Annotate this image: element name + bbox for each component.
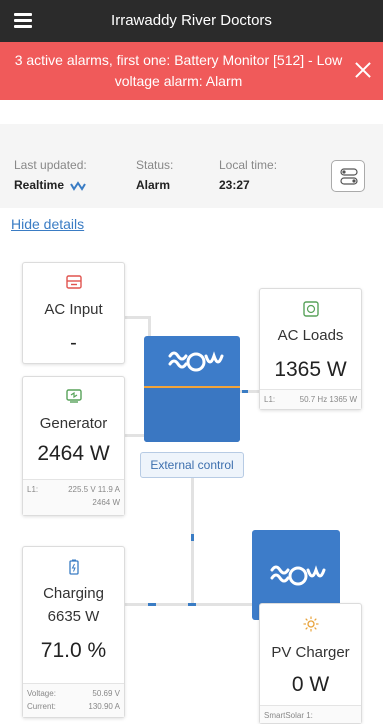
wire-acloads-flow xyxy=(242,390,248,393)
ac-loads-title: AC Loads xyxy=(277,327,344,344)
wire-dc-v xyxy=(191,478,194,606)
last-updated: Last updated: Realtime xyxy=(14,158,87,192)
local-time: Local time: 23:27 xyxy=(219,158,277,192)
status: Status: Alarm xyxy=(136,158,173,192)
pv-charger-card[interactable]: PV Charger 0 W SmartSolar 1: xyxy=(259,603,362,724)
wire-acinput-v xyxy=(148,316,151,338)
battery-state: Charging xyxy=(43,585,104,602)
battery-current-value: 130.90 A xyxy=(88,702,120,711)
generator-icon xyxy=(65,389,82,403)
pv-charger-footer: SmartSolar 1: xyxy=(260,705,361,723)
ac-input-card[interactable]: AC Input - xyxy=(22,262,125,364)
generator-card[interactable]: Generator 2464 W L1: 225.5 V 11.9 A 2464… xyxy=(22,376,125,516)
battery-current-label: Current: xyxy=(27,702,56,711)
battery-footer: Voltage: 50.69 V Current: 130.90 A xyxy=(23,683,124,717)
wire-generator-h xyxy=(124,434,146,437)
status-value: Alarm xyxy=(136,178,171,192)
top-bar: Irrawaddy River Doctors xyxy=(0,0,383,42)
close-icon[interactable] xyxy=(355,62,371,78)
wire-dc-flow-2 xyxy=(148,603,156,606)
wire-dc-flow-3 xyxy=(188,603,196,606)
pv-charger-device-label: SmartSolar 1: xyxy=(264,711,313,720)
sun-icon xyxy=(303,616,318,632)
ac-input-icon xyxy=(65,275,82,289)
ac-input-value: - xyxy=(70,332,77,354)
victron-logo-icon xyxy=(168,351,224,372)
multiplus-inverter-block[interactable] xyxy=(144,336,240,442)
ac-input-title: AC Input xyxy=(44,301,103,318)
battery-voltage-label: Voltage: xyxy=(27,689,56,698)
hide-details-link[interactable]: Hide details xyxy=(11,216,84,232)
alarm-message: 3 active alarms, first one: Battery Moni… xyxy=(14,52,343,89)
generator-l1-label: L1: xyxy=(27,485,39,494)
wire-acinput-h xyxy=(124,316,150,319)
wire-dc-flow-1 xyxy=(191,534,194,541)
battery-charging-icon xyxy=(68,559,79,575)
generator-footer: L1: 225.5 V 11.9 A 2464 W xyxy=(23,479,124,515)
ac-loads-l1-label: L1: xyxy=(264,395,276,404)
status-label: Status: xyxy=(136,158,174,172)
ac-loads-value: 1365 W xyxy=(274,358,347,381)
generator-l1-power: 2464 W xyxy=(92,498,120,507)
site-title: Irrawaddy River Doctors xyxy=(111,12,272,29)
external-control-button[interactable]: External control xyxy=(140,452,244,478)
ac-loads-card[interactable]: AC Loads 1365 W L1: 50.7 Hz 1365 W xyxy=(259,288,362,410)
battery-power: 6635 W xyxy=(47,608,100,625)
pv-charger-title: PV Charger xyxy=(271,644,350,661)
alarm-banner: 3 active alarms, first one: Battery Moni… xyxy=(0,42,383,100)
realtime-wave-icon xyxy=(70,181,87,191)
generator-value: 2464 W xyxy=(37,442,110,465)
local-time-label: Local time: xyxy=(219,158,278,172)
ac-loads-l1-values: 50.7 Hz 1365 W xyxy=(299,395,357,404)
battery-voltage-value: 50.69 V xyxy=(92,689,120,698)
last-updated-value: Realtime xyxy=(14,178,65,192)
generator-l1-values: 225.5 V 11.9 A xyxy=(68,485,120,494)
ac-loads-footer: L1: 50.7 Hz 1365 W xyxy=(260,389,361,409)
status-bar: Last updated: Realtime Status: Alarm Loc… xyxy=(0,124,383,208)
pv-charger-value: 0 W xyxy=(291,673,330,696)
last-updated-label: Last updated: xyxy=(14,158,87,172)
battery-soc: 71.0 % xyxy=(40,639,107,662)
generator-title: Generator xyxy=(39,415,108,432)
toggle-switch-icon xyxy=(340,168,358,185)
ac-loads-socket-icon xyxy=(302,301,319,317)
local-time-value: 23:27 xyxy=(219,178,250,192)
switch-toggle-button[interactable] xyxy=(331,160,365,192)
battery-card[interactable]: Charging 6635 W 71.0 % Voltage: 50.69 V … xyxy=(22,546,125,718)
